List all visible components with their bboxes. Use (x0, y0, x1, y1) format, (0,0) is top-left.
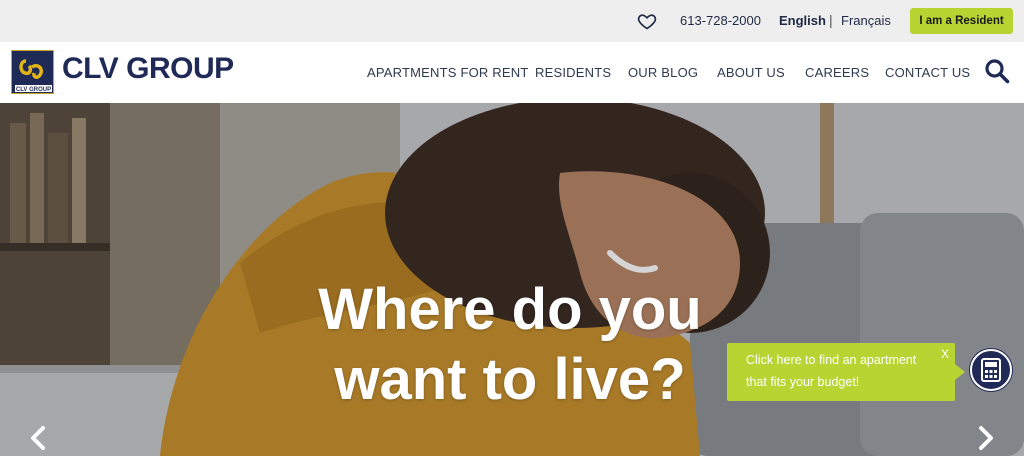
popup-close-button[interactable]: X (941, 347, 949, 361)
nav-careers[interactable]: CAREERS (805, 65, 869, 80)
hero-title-line-1: Where do you (318, 277, 702, 342)
budget-calculator-button[interactable] (970, 349, 1012, 391)
nav-residents[interactable]: RESIDENTS (535, 65, 611, 80)
search-icon[interactable] (984, 58, 1010, 84)
logo-badge[interactable]: CLV GROUP (11, 50, 54, 94)
nav-contact-us[interactable]: CONTACT US (885, 65, 970, 80)
i-am-a-resident-button[interactable]: I am a Resident (910, 8, 1013, 34)
utility-bar: 613-728-2000 English | Français I am a R… (0, 0, 1024, 42)
hero-banner: Where do you want to live? (0, 103, 1024, 456)
nav-apartments-for-rent[interactable]: APARTMENTS FOR RENT (367, 65, 529, 80)
svg-text:CLV GROUP: CLV GROUP (16, 87, 51, 93)
nav-our-blog[interactable]: OUR BLOG (628, 65, 698, 80)
calculator-icon (981, 358, 1001, 382)
logo-wordmark[interactable]: CLV GROUP (62, 52, 234, 86)
hero-title-line-2: want to live? (334, 347, 686, 412)
nav-about-us[interactable]: ABOUT US (717, 65, 785, 80)
chevron-left-icon[interactable] (28, 425, 48, 451)
logo-emblem-icon: CLV GROUP (15, 59, 52, 93)
popup-pointer (955, 364, 965, 380)
budget-finder-text[interactable]: Click here to find an apartment that fit… (746, 349, 936, 393)
language-french[interactable]: Français (841, 13, 891, 28)
site-header: CLV GROUP CLV GROUP APARTMENTS FOR RENT … (0, 42, 1024, 103)
budget-finder-popup[interactable]: Click here to find an apartment that fit… (727, 343, 955, 401)
heart-icon[interactable] (637, 11, 657, 31)
chevron-right-icon[interactable] (976, 425, 996, 451)
language-separator: | (829, 12, 833, 28)
language-english[interactable]: English (779, 13, 826, 28)
phone-number[interactable]: 613-728-2000 (680, 13, 761, 28)
hero-title: Where do you want to live? (240, 275, 780, 415)
